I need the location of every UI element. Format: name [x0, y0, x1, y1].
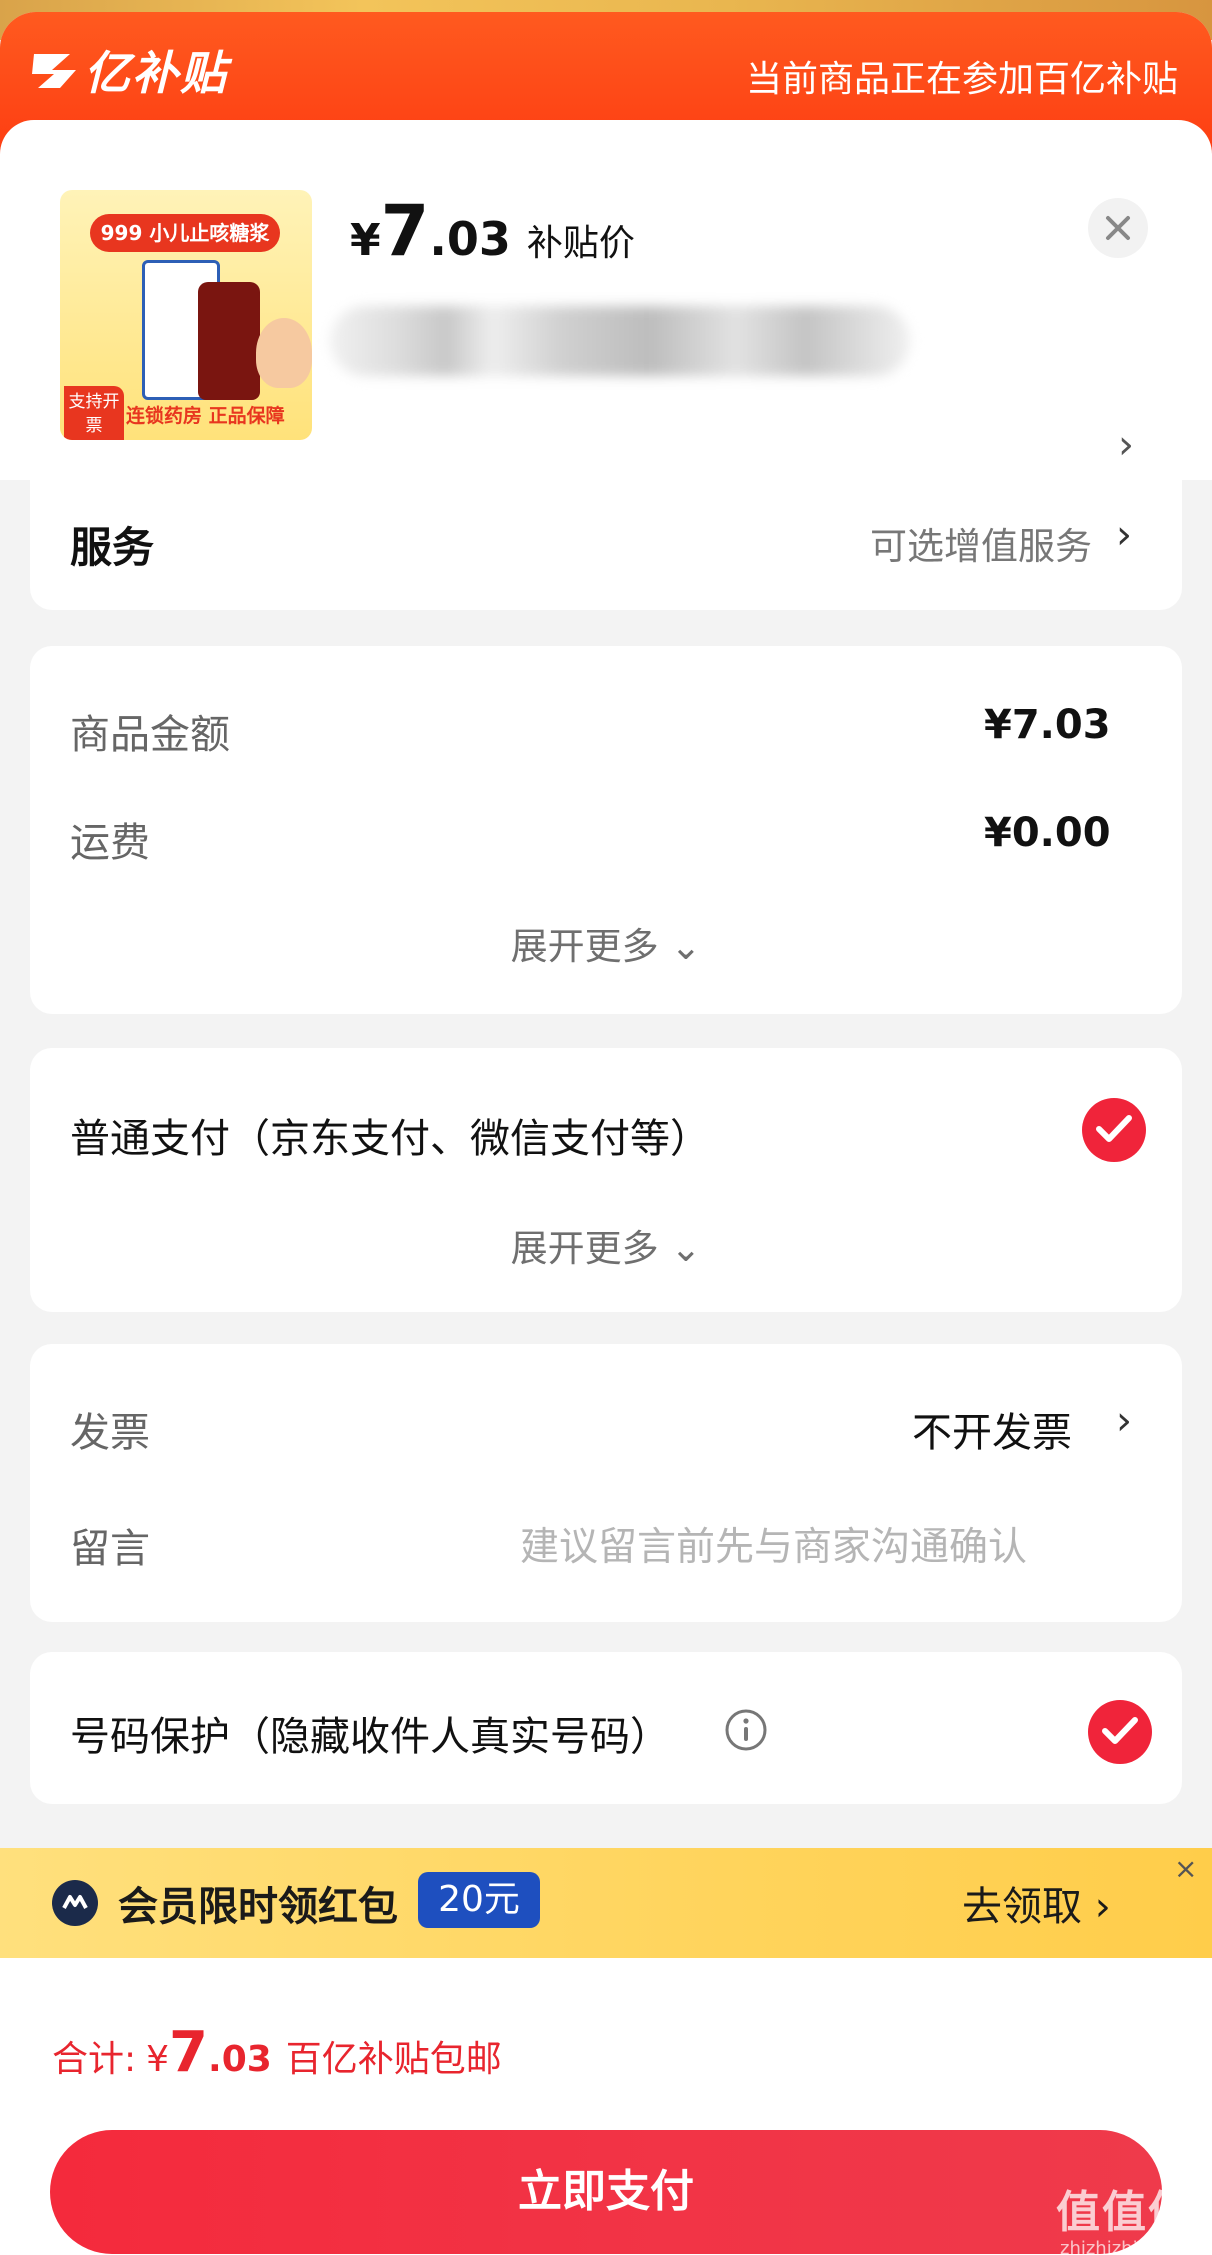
message-input[interactable]: 建议留言前先与商家沟通确认 — [520, 1516, 1027, 1572]
product-thumbnail[interactable]: 999 小儿止咳糖浆 支持开票 连锁药房 正品保障 — [60, 190, 312, 440]
invoice-card: 发票 不开发票 › 留言 建议留言前先与商家沟通确认 — [30, 1344, 1182, 1622]
price-decimal: .03 — [429, 212, 511, 266]
expand-more-amounts[interactable]: 展开更多 ⌄ — [30, 916, 1182, 970]
invoice-value[interactable]: 不开发票 — [912, 1400, 1072, 1458]
service-chevron-icon: › — [1116, 512, 1132, 558]
price-currency: ¥ — [350, 215, 381, 266]
watermark-logo: 值值值 — [1056, 2187, 1194, 2238]
amounts-card: 商品金额 ¥7.03 运费 ¥0.00 展开更多 ⌄ — [30, 646, 1182, 1014]
shipping-label: 运费 — [70, 820, 150, 866]
checkout-sheet: 亿补贴 当前商品正在参加百亿补贴 999 小儿止咳糖浆 支持开票 连锁药房 正品… — [0, 12, 1212, 2255]
subsidy-logo: 亿补贴 — [30, 40, 228, 100]
order-total: 合计: ¥ 7 .03 百亿补贴包邮 — [52, 2020, 502, 2085]
privacy-checked-icon[interactable] — [1088, 1700, 1152, 1764]
close-icon — [1106, 216, 1130, 240]
info-icon[interactable] — [724, 1708, 768, 1752]
product-name-blurred — [330, 306, 910, 376]
payment-checked-icon[interactable] — [1082, 1098, 1146, 1162]
service-value: 可选增值服务 — [870, 525, 1092, 568]
member-redpacket-bar[interactable]: 会员限时领红包 20元 去领取 › × — [0, 1848, 1212, 1958]
logo-text: 亿补贴 — [84, 46, 228, 100]
subsidy-price: ¥ 7 .03 补贴价 — [350, 190, 635, 280]
goods-amount-label: 商品金额 — [70, 712, 230, 758]
privacy-card[interactable]: 号码保护（隐藏收件人真实号码） — [30, 1652, 1182, 1804]
price-integer: 7 — [380, 190, 430, 272]
invoice-chevron-icon: › — [1116, 1398, 1132, 1444]
payment-card[interactable]: 普通支付（京东支付、微信支付等） 展开更多 ⌄ — [30, 1048, 1182, 1312]
shipping-value: ¥0.00 — [984, 810, 1111, 856]
checkmark-icon — [1102, 1717, 1138, 1744]
payment-method-label: 普通支付（京东支付、微信支付等） — [70, 1116, 710, 1162]
claim-button[interactable]: 去领取 › — [962, 1874, 1111, 1932]
service-label: 服务 — [70, 523, 155, 572]
thumb-footer: 连锁药房 正品保障 — [126, 405, 285, 427]
total-decimal: .03 — [208, 2039, 272, 2080]
promo-amount-badge: 20元 — [418, 1872, 540, 1928]
service-card[interactable]: 服务 可选增值服务 › — [30, 468, 1182, 610]
price-tag: 补贴价 — [526, 223, 635, 264]
goods-amount-value: ¥7.03 — [984, 702, 1111, 748]
medicine-bottle — [198, 282, 260, 400]
privacy-label: 号码保护（隐藏收件人真实号码） — [70, 1714, 670, 1760]
total-integer: 7 — [169, 2020, 209, 2085]
checkout-footer: 合计: ¥ 7 .03 百亿补贴包邮 立即支付 — [0, 1958, 1212, 2255]
thumb-badge: 支持开票 — [64, 386, 124, 440]
expand-more-payment[interactable]: 展开更多 ⌄ — [30, 1218, 1182, 1272]
close-button[interactable] — [1088, 198, 1148, 258]
pay-now-button[interactable]: 立即支付 — [50, 2130, 1162, 2254]
thumb-title: 999 小儿止咳糖浆 — [90, 214, 280, 252]
promo-close-icon[interactable]: × — [1174, 1852, 1197, 1885]
total-label: 合计: — [52, 2039, 137, 2080]
watermark-url: zhizhizhi.com — [1060, 2238, 1182, 2255]
message-label: 留言 — [70, 1526, 150, 1572]
logo-mark-icon — [32, 54, 76, 88]
child-illustration — [256, 318, 312, 388]
product-detail-chevron-icon[interactable]: › — [1118, 422, 1134, 468]
checkmark-icon — [1096, 1115, 1132, 1142]
member-icon — [52, 1880, 98, 1926]
product-summary: 999 小儿止咳糖浆 支持开票 连锁药房 正品保障 ¥ 7 .03 补贴价 › — [0, 120, 1212, 480]
subsidy-notice: 当前商品正在参加百亿补贴 — [745, 59, 1178, 100]
promo-text: 会员限时领红包 — [118, 1884, 398, 1930]
total-note: 百亿补贴包邮 — [285, 2039, 502, 2080]
invoice-label: 发票 — [70, 1410, 150, 1456]
total-currency: ¥ — [146, 2039, 170, 2080]
